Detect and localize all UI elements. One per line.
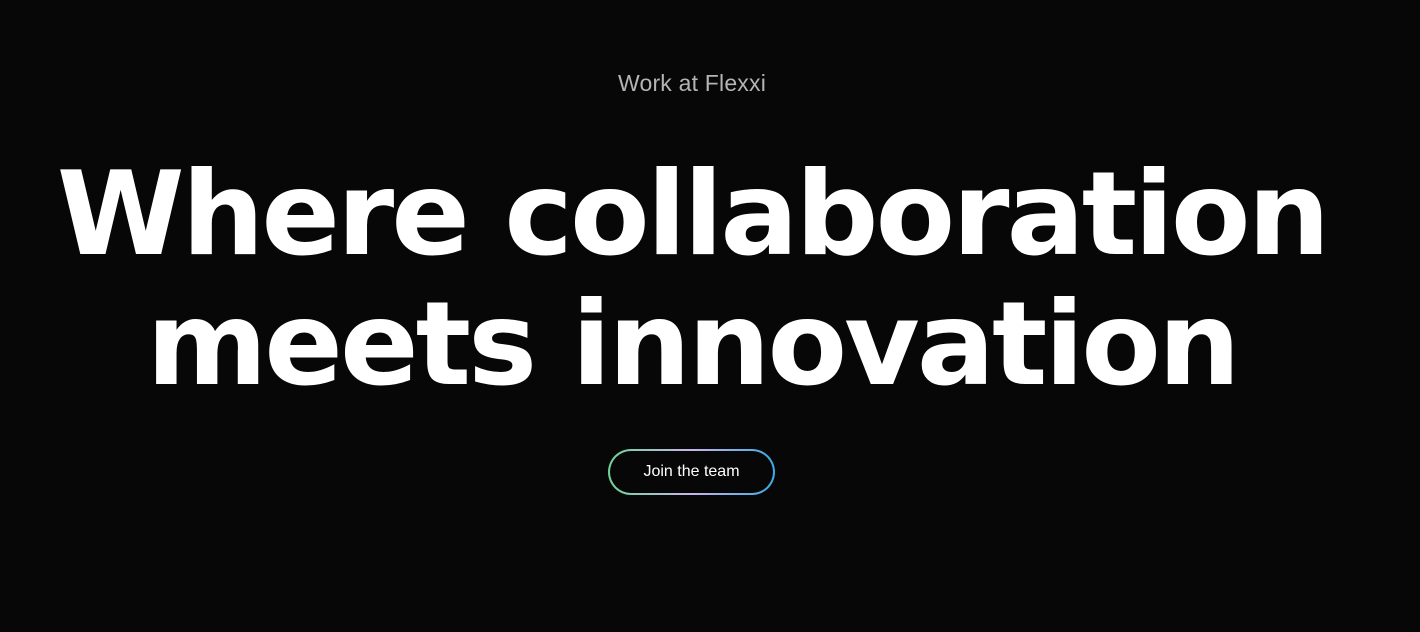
headline-line-1: Where collaboration bbox=[56, 147, 1330, 282]
join-team-button-border[interactable]: Join the team bbox=[608, 449, 775, 495]
careers-hero: Work at Flexxi Where collaboration meets… bbox=[0, 0, 1420, 632]
join-team-button[interactable]: Join the team bbox=[610, 451, 773, 493]
headline-line-2: meets innovation bbox=[146, 277, 1240, 412]
hero-headline: Where collaboration meets innovation bbox=[0, 150, 1384, 410]
eyebrow-label: Work at Flexxi bbox=[617, 70, 767, 96]
